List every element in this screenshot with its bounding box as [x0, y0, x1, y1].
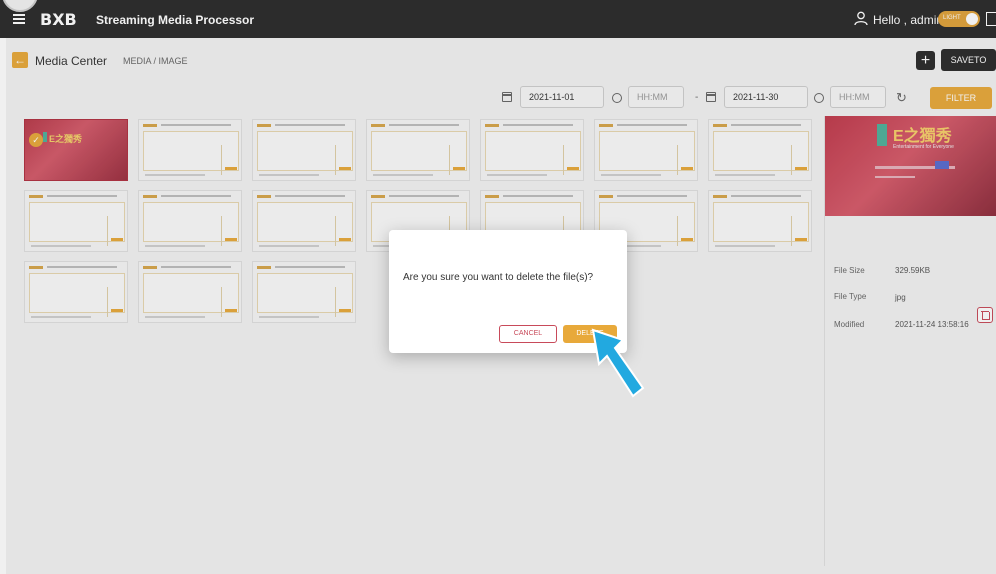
dialog-message: Are you sure you want to delete the file… — [403, 272, 594, 283]
pointer-arrow-icon — [591, 328, 645, 398]
cancel-button[interactable]: CANCEL — [499, 325, 557, 343]
